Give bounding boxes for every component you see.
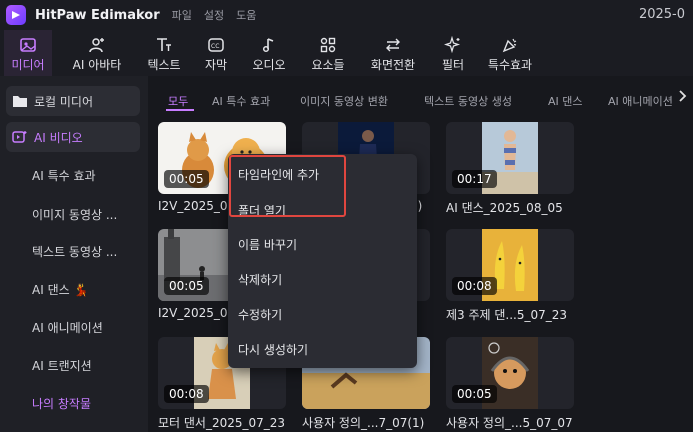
tab-image-to-video[interactable]: 이미지 동영상 변환 [300, 93, 388, 109]
effects-icon [501, 34, 519, 56]
dancer-icon: 💃 [73, 283, 89, 297]
folder-icon [12, 94, 28, 108]
tab-active-indicator [166, 109, 194, 111]
chevron-right-icon[interactable] [679, 90, 687, 105]
app-logo-icon [6, 5, 26, 25]
text-icon [155, 34, 173, 56]
menu-file[interactable]: 파일 [172, 7, 192, 23]
transition-icon [384, 34, 402, 56]
card-caption: 제3 주제 댄...5_07_23 [446, 308, 568, 322]
media-card[interactable]: 00:17 [446, 122, 574, 194]
duration-badge: 00:05 [164, 277, 209, 295]
media-card[interactable]: 00:05 [446, 337, 574, 409]
caption-icon: CC [207, 34, 225, 56]
tab-ai-effects[interactable]: AI 특수 효과 [212, 93, 270, 109]
menu-edit[interactable]: 수정하기 [238, 306, 282, 323]
avatar-add-icon [88, 34, 106, 56]
duration-badge: 00:08 [164, 385, 209, 403]
tab-text-to-video[interactable]: 텍스트 동영상 생성 [424, 93, 512, 109]
card-caption: I2V_2025_08 [158, 199, 236, 213]
card-caption: 사용자 정의_...7_07(1) [302, 416, 425, 430]
main-toolbar: 미디어 AI 아바타 텍스트 CC 자막 오디오 요소들 화면전환 필터 특수효… [0, 30, 693, 76]
sidebar-item-ai-dance[interactable]: AI 댄스 💃 [32, 281, 88, 298]
toolbar-text-button[interactable]: 텍스트 [142, 30, 186, 76]
category-tabs: 모두 AI 특수 효과 이미지 동영상 변환 텍스트 동영상 생성 AI 댄스 … [148, 76, 693, 111]
toolbar-ai-avatar-button[interactable]: AI 아바타 [62, 30, 132, 76]
card-caption: 사용자 정의_...5_07_07 [446, 416, 573, 430]
media-icon [19, 34, 37, 56]
sidebar-item-image-to-video[interactable]: 이미지 동영상 ... [32, 206, 117, 223]
menu-regenerate[interactable]: 다시 생성하기 [238, 341, 308, 358]
toolbar-filter-button[interactable]: 필터 [434, 30, 472, 76]
card-caption: I2V_2025_08 [158, 306, 236, 320]
toolbar-effects-button[interactable]: 특수효과 [480, 30, 540, 76]
menu-help[interactable]: 도움 [236, 7, 256, 23]
elements-icon [319, 34, 337, 56]
sidebar-local-media[interactable]: 로컬 미디어 [6, 86, 140, 116]
toolbar-transition-button[interactable]: 화면전환 [362, 30, 424, 76]
menu-rename[interactable]: 이름 바꾸기 [238, 236, 297, 253]
sidebar-item-ai-effects[interactable]: AI 특수 효과 [32, 167, 96, 184]
sidebar-item-ai-transition[interactable]: AI 트랜지션 [32, 357, 92, 374]
tab-all[interactable]: 모두 [168, 93, 188, 109]
toolbar-media-button[interactable]: 미디어 [4, 30, 52, 76]
tab-ai-animation[interactable]: AI 애니메이션 [608, 93, 673, 109]
duration-badge: 00:17 [452, 170, 497, 188]
sidebar-item-text-to-video[interactable]: 텍스트 동영상 ... [32, 243, 117, 260]
sparkle-icon [444, 34, 462, 56]
toolbar-audio-button[interactable]: 오디오 [244, 30, 294, 76]
duration-badge: 00:08 [452, 277, 497, 295]
title-bar: HitPaw Edimakor 파일 설정 도움 2025-0 [0, 0, 693, 30]
date-display: 2025-0 [638, 7, 685, 22]
menu-settings[interactable]: 설정 [204, 7, 224, 23]
svg-text:CC: CC [211, 43, 219, 50]
toolbar-caption-button[interactable]: CC 자막 [196, 30, 236, 76]
card-caption: 모터 댄서_2025_07_23 [158, 416, 286, 430]
app-title: HitPaw Edimakor [35, 7, 160, 23]
toolbar-elements-button[interactable]: 요소들 [304, 30, 352, 76]
ai-video-icon [12, 130, 28, 144]
tab-ai-dance[interactable]: AI 댄스 [548, 93, 583, 109]
sidebar-item-my-creations[interactable]: 나의 창작물 [32, 395, 91, 412]
card-caption: AI 댄스_2025_08_05 [446, 201, 563, 215]
menu-delete[interactable]: 삭제하기 [238, 271, 282, 288]
sidebar: 로컬 미디어 AI 비디오 AI 특수 효과 이미지 동영상 ... 텍스트 동… [0, 76, 148, 432]
duration-badge: 00:05 [452, 385, 497, 403]
duration-badge: 00:05 [164, 170, 209, 188]
media-card[interactable]: 00:08 [446, 229, 574, 301]
highlight-box [229, 155, 346, 217]
music-note-icon [260, 34, 278, 56]
sidebar-ai-video[interactable]: AI 비디오 [6, 122, 140, 152]
sidebar-item-ai-animation[interactable]: AI 애니메이션 [32, 319, 103, 336]
